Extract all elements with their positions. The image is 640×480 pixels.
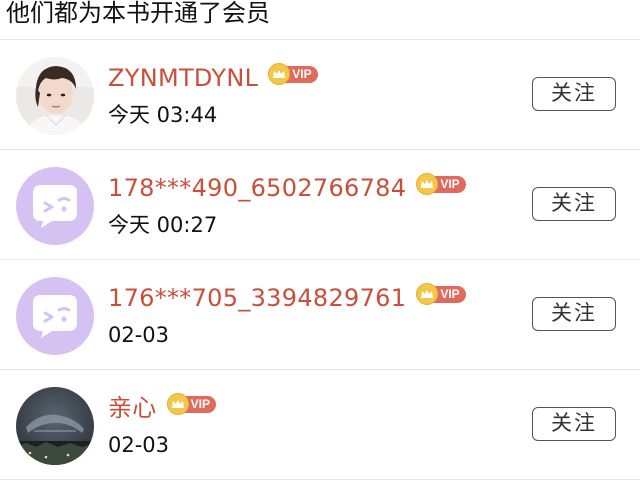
username[interactable]: ZYNMTDYNL [108, 62, 258, 94]
follow-button[interactable]: 关注 [532, 297, 616, 331]
name-line: ZYNMTDYNL VIP [108, 62, 318, 94]
open-time: 今天 00:27 [108, 213, 218, 237]
vip-badge: VIP [166, 393, 216, 415]
person-photo-icon [16, 57, 94, 135]
crown-icon [166, 393, 189, 415]
open-time: 02-03 [108, 323, 170, 347]
vip-badge: VIP [416, 173, 466, 195]
open-time: 今天 03:44 [108, 103, 218, 127]
member-list: ZYNMTDYNL VIP 今天 03:44 关注 178***490_6502… [0, 40, 640, 480]
night-city-photo-icon [16, 387, 94, 465]
username[interactable]: 176***705_3394829761 [108, 282, 406, 314]
follow-button[interactable]: 关注 [532, 77, 616, 111]
list-item[interactable]: ZYNMTDYNL VIP 今天 03:44 关注 [0, 40, 640, 150]
follow-button[interactable]: 关注 [532, 407, 616, 441]
chat-bubble-icon [16, 167, 94, 245]
name-line: 176***705_3394829761 VIP [108, 282, 466, 314]
page-header: 他们都为本书开通了会员 [0, 0, 640, 40]
name-line: 亲心 VIP [108, 392, 216, 424]
vip-badge: VIP [268, 63, 318, 85]
list-item[interactable]: 178***490_6502766784 VIP 今天 00:27 关注 [0, 150, 640, 260]
username[interactable]: 178***490_6502766784 [108, 172, 406, 204]
list-item[interactable]: 亲心 VIP 02-03 关注 [0, 370, 640, 480]
avatar[interactable] [16, 387, 94, 465]
name-line: 178***490_6502766784 VIP [108, 172, 466, 204]
list-item[interactable]: 176***705_3394829761 VIP 02-03 关注 [0, 260, 640, 370]
avatar[interactable] [16, 277, 94, 355]
avatar[interactable] [16, 167, 94, 245]
open-time: 02-03 [108, 433, 170, 457]
vip-badge: VIP [416, 283, 466, 305]
page-title: 他们都为本书开通了会员 [6, 0, 270, 27]
follow-button[interactable]: 关注 [532, 187, 616, 221]
chat-bubble-icon [16, 277, 94, 355]
avatar[interactable] [16, 57, 94, 135]
username[interactable]: 亲心 [108, 392, 157, 424]
